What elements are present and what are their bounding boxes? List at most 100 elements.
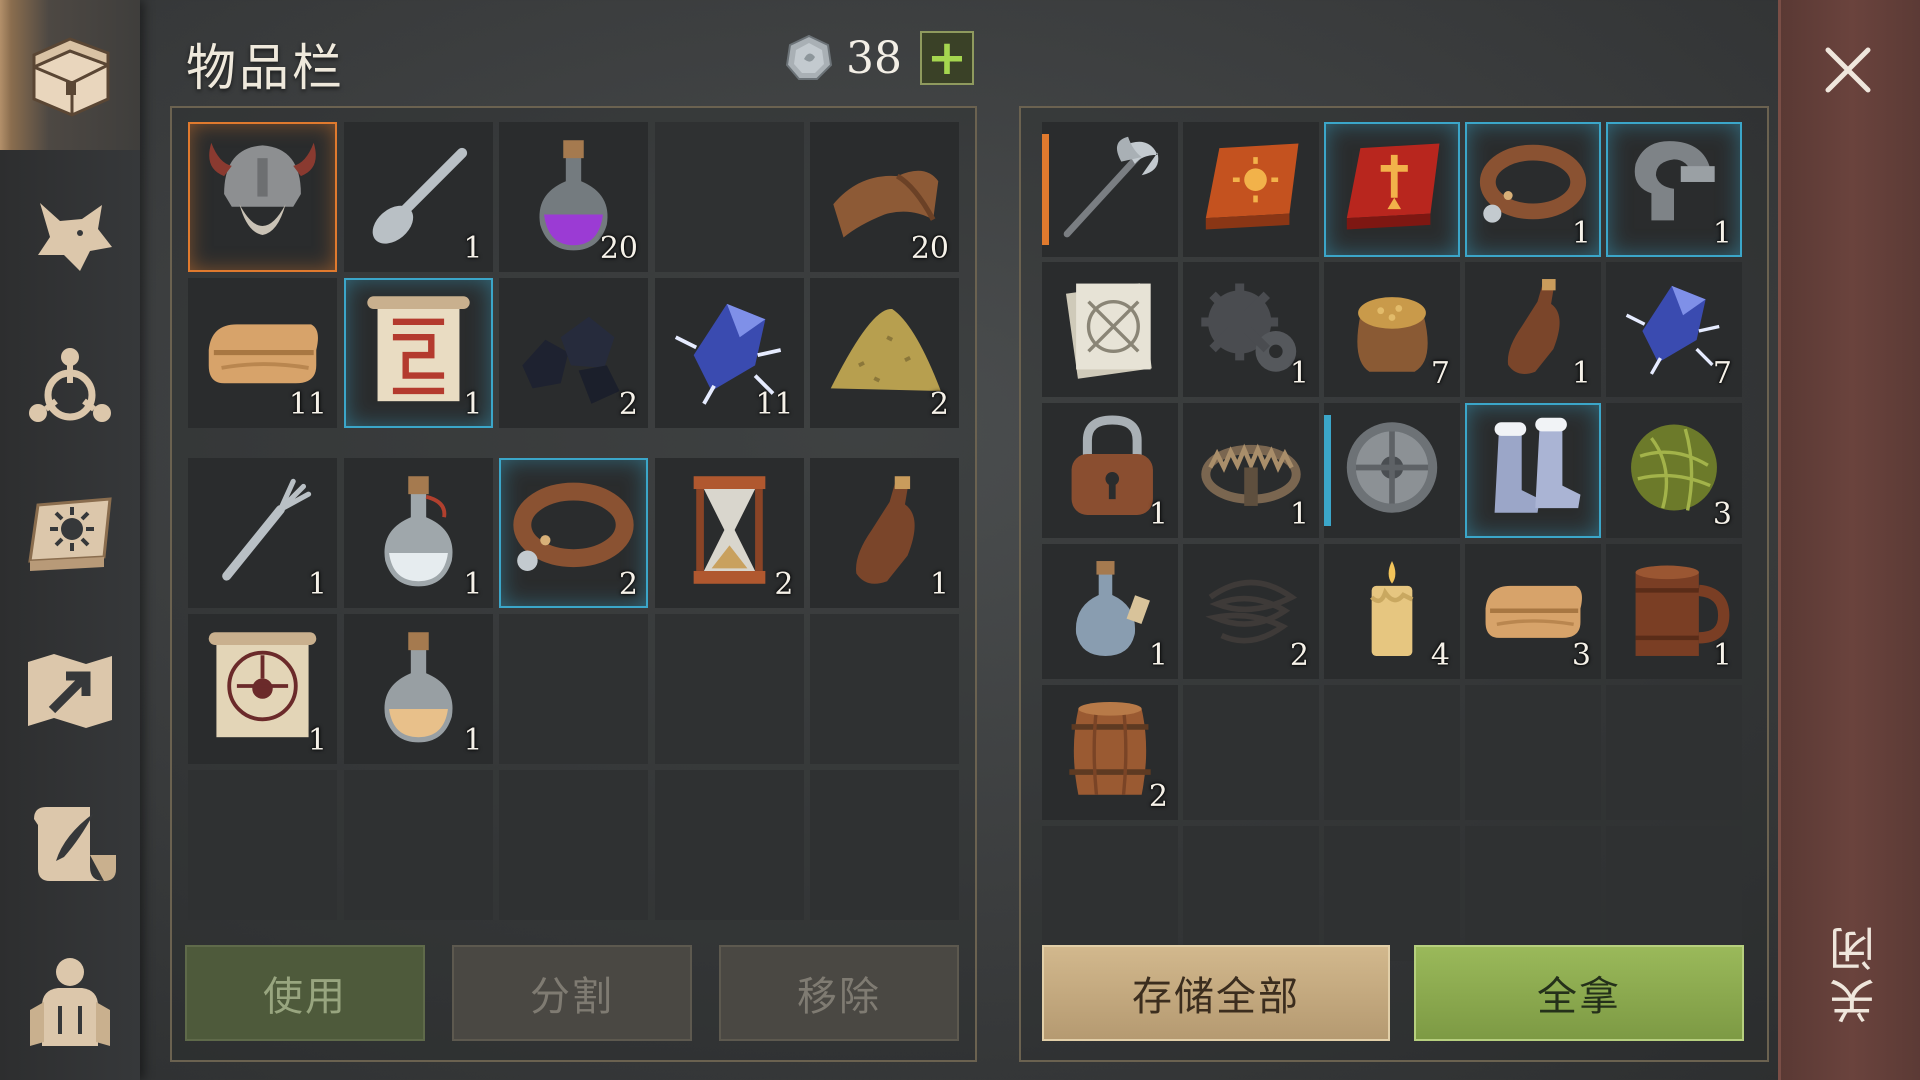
inventory-slot[interactable]: 1 xyxy=(343,278,493,428)
container-slot[interactable] xyxy=(1042,826,1178,961)
item-quantity: 2 xyxy=(1289,638,1309,673)
split-button[interactable]: 分割 xyxy=(452,945,692,1041)
container-slot[interactable]: 2 xyxy=(1183,544,1319,679)
container-slot[interactable] xyxy=(1465,685,1601,820)
item-quantity: 3 xyxy=(1712,497,1732,532)
item-quantity: 1 xyxy=(1148,497,1168,532)
container-slot[interactable] xyxy=(1183,122,1319,257)
sidebar-tab-journal[interactable] xyxy=(0,770,140,920)
inventory-slot[interactable] xyxy=(654,122,804,272)
container-slot[interactable]: 3 xyxy=(1465,544,1601,679)
close-strip[interactable] xyxy=(1778,0,1920,1080)
inventory-slot[interactable]: 1 xyxy=(343,614,493,764)
inventory-slot[interactable] xyxy=(343,770,493,920)
container-slot[interactable]: 1 xyxy=(1042,403,1178,538)
item-quantity: 1 xyxy=(1571,356,1591,391)
container-slot[interactable]: 1 xyxy=(1606,122,1742,257)
sidebar-tab-inventory[interactable] xyxy=(0,0,140,150)
container-slot[interactable] xyxy=(1183,826,1319,961)
round-shield-icon xyxy=(1346,422,1438,513)
container-slot[interactable] xyxy=(1042,262,1178,397)
item-quantity: 1 xyxy=(1712,638,1732,673)
container-slot[interactable]: 1 xyxy=(1465,262,1601,397)
container-slot[interactable] xyxy=(1042,122,1178,257)
container-slot[interactable]: 1 xyxy=(1183,403,1319,538)
container-slot[interactable] xyxy=(1324,403,1460,538)
container-slot[interactable]: 7 xyxy=(1606,262,1742,397)
item-quantity: 20 xyxy=(599,231,638,266)
container-slot[interactable]: 3 xyxy=(1606,403,1742,538)
character-silhouette-icon xyxy=(30,958,110,1046)
inventory-slot[interactable]: 1 xyxy=(343,122,493,272)
item-quantity: 1 xyxy=(463,567,483,602)
close-label[interactable]: 关闭 xyxy=(1822,920,1882,1024)
sidebar-tab-recipes[interactable] xyxy=(0,460,140,610)
use-button[interactable]: 使用 xyxy=(185,945,425,1041)
item-quantity: 2 xyxy=(1148,779,1168,814)
inventory-slot[interactable] xyxy=(188,122,337,272)
item-quantity: 3 xyxy=(1571,638,1591,673)
inventory-slot[interactable]: 2 xyxy=(499,278,648,428)
take-all-button[interactable]: 全拿 xyxy=(1414,945,1744,1041)
viking-helmet-icon xyxy=(209,142,316,235)
inventory-slot[interactable]: 1 xyxy=(188,458,337,608)
container-slot[interactable]: 2 xyxy=(1042,685,1178,820)
item-quantity: 2 xyxy=(774,567,794,602)
inventory-slot[interactable] xyxy=(810,614,959,764)
container-slot[interactable]: 1 xyxy=(1042,544,1178,679)
battle-axe-icon xyxy=(1063,136,1159,238)
quill-scroll-icon xyxy=(34,807,116,881)
plus-icon: + xyxy=(926,30,968,86)
inventory-slot[interactable] xyxy=(499,614,648,764)
container-slot[interactable] xyxy=(1465,403,1601,538)
sidebar-tab-animals[interactable] xyxy=(0,160,140,310)
inventory-slot[interactable]: 1 xyxy=(188,614,337,764)
silver-coin-icon xyxy=(785,34,833,80)
container-slot[interactable] xyxy=(1183,685,1319,820)
inventory-slot[interactable]: 2 xyxy=(810,278,959,428)
add-currency-button[interactable]: + xyxy=(920,31,974,85)
inventory-slot[interactable] xyxy=(654,614,804,764)
currency-display: 38 + xyxy=(784,30,974,86)
inventory-slot[interactable]: 20 xyxy=(810,122,959,272)
chest-icon xyxy=(32,37,110,117)
item-quantity: 7 xyxy=(1430,356,1450,391)
container-slot[interactable] xyxy=(1324,826,1460,961)
compass-rose-icon xyxy=(29,348,111,422)
item-quantity: 4 xyxy=(1430,638,1450,673)
close-x-icon[interactable] xyxy=(1820,42,1876,98)
item-quantity: 1 xyxy=(1148,638,1168,673)
item-quantity: 1 xyxy=(1712,216,1732,251)
store-all-button[interactable]: 存储全部 xyxy=(1042,945,1390,1041)
container-slot[interactable]: 1 xyxy=(1183,262,1319,397)
inventory-slot[interactable]: 2 xyxy=(499,458,648,608)
inventory-slot[interactable]: 1 xyxy=(343,458,493,608)
inventory-slot[interactable] xyxy=(654,770,804,920)
inventory-slot[interactable]: 11 xyxy=(654,278,804,428)
sidebar-tab-skills[interactable] xyxy=(0,310,140,460)
currency-count: 38 xyxy=(846,32,902,84)
inventory-slot[interactable]: 11 xyxy=(188,278,337,428)
inventory-slot[interactable] xyxy=(499,770,648,920)
remove-button[interactable]: 移除 xyxy=(719,945,959,1041)
sidebar-tab-character[interactable] xyxy=(0,925,140,1075)
inventory-slot[interactable] xyxy=(810,770,959,920)
sidebar xyxy=(0,0,140,1080)
container-slot[interactable] xyxy=(1606,826,1742,961)
container-slot[interactable]: 1 xyxy=(1465,122,1601,257)
container-slot[interactable]: 1 xyxy=(1606,544,1742,679)
container-slot[interactable] xyxy=(1324,122,1460,257)
sun-book-icon xyxy=(28,497,112,571)
item-quantity: 1 xyxy=(1289,356,1309,391)
container-slot[interactable] xyxy=(1465,826,1601,961)
inventory-slot[interactable]: 20 xyxy=(499,122,648,272)
container-slot[interactable] xyxy=(1606,685,1742,820)
container-slot[interactable] xyxy=(1324,685,1460,820)
container-slot[interactable]: 7 xyxy=(1324,262,1460,397)
inventory-slot[interactable] xyxy=(188,770,337,920)
inventory-slot[interactable]: 2 xyxy=(654,458,804,608)
item-quantity: 1 xyxy=(307,723,327,758)
container-slot[interactable]: 4 xyxy=(1324,544,1460,679)
sidebar-tab-map[interactable] xyxy=(0,615,140,765)
inventory-slot[interactable]: 1 xyxy=(810,458,959,608)
